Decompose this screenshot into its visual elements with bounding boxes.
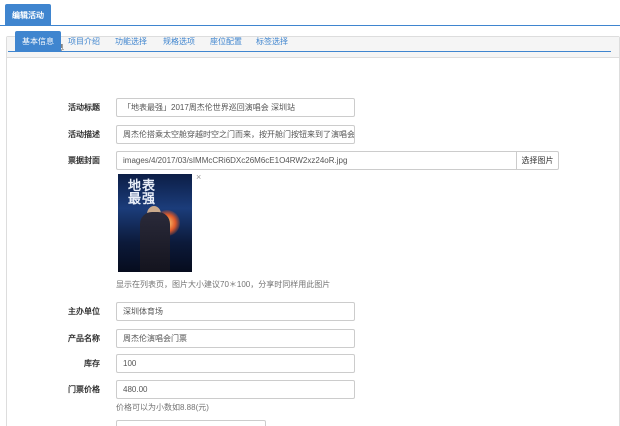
tab-tag-select[interactable]: 标签选择 [252, 31, 292, 52]
organizer-input[interactable]: 深圳体育场 [116, 302, 355, 321]
choose-image-button[interactable]: 选择图片 [516, 151, 559, 170]
price-input[interactable]: 480.00 [116, 380, 355, 399]
title-input[interactable]: 「地表最强」2017周杰伦世界巡回演唱会 深圳站 [116, 98, 355, 117]
cover-label: 票据封面 [68, 156, 100, 165]
stock-label: 库存 [84, 359, 100, 368]
poster-figure [140, 212, 170, 272]
tab-edit-activity[interactable]: 编辑活动 [5, 4, 51, 26]
cover-path-input[interactable]: images/4/2017/03/sIMMcCRi6DXc26M6cE1O4RW… [116, 151, 517, 170]
tab-seat-config[interactable]: 座位配置 [206, 31, 246, 52]
desc-label: 活动描述 [68, 130, 100, 139]
top-tab-bar: 编辑活动 [0, 0, 620, 26]
cover-help-text: 显示在列表页，图片大小建议70＊100，分享时同样用此图片 [116, 280, 331, 289]
title-label: 活动标题 [68, 103, 100, 112]
tab-spec-options[interactable]: 规格选项 [159, 31, 199, 52]
price-label: 门票价格 [68, 385, 100, 394]
organizer-label: 主办单位 [68, 307, 100, 316]
stock-input[interactable]: 100 [116, 354, 355, 373]
tab-project-intro[interactable]: 项目介绍 [64, 31, 104, 52]
cover-thumbnail: 地表 最强 [118, 174, 192, 272]
desc-input[interactable]: 周杰伦搭乘太空舱穿越时空之门而来，按开舱门按钮来到了演唱会现场 [116, 125, 355, 144]
product-name-input[interactable]: 周杰伦演唱会门票 [116, 329, 355, 348]
tab-basic-info[interactable]: 基本信息 [15, 31, 61, 52]
next-field-input[interactable] [116, 420, 266, 426]
poster-title-art: 地表 最强 [128, 178, 157, 206]
section-tabs: 基本信息 项目介绍 功能选择 规格选项 座位配置 标签选择 [8, 31, 611, 52]
product-label: 产品名称 [68, 334, 100, 343]
price-help-text: 价格可以为小数如8.88(元) [116, 403, 209, 412]
tab-feature-select[interactable]: 功能选择 [111, 31, 151, 52]
remove-image-icon[interactable]: × [196, 172, 201, 182]
